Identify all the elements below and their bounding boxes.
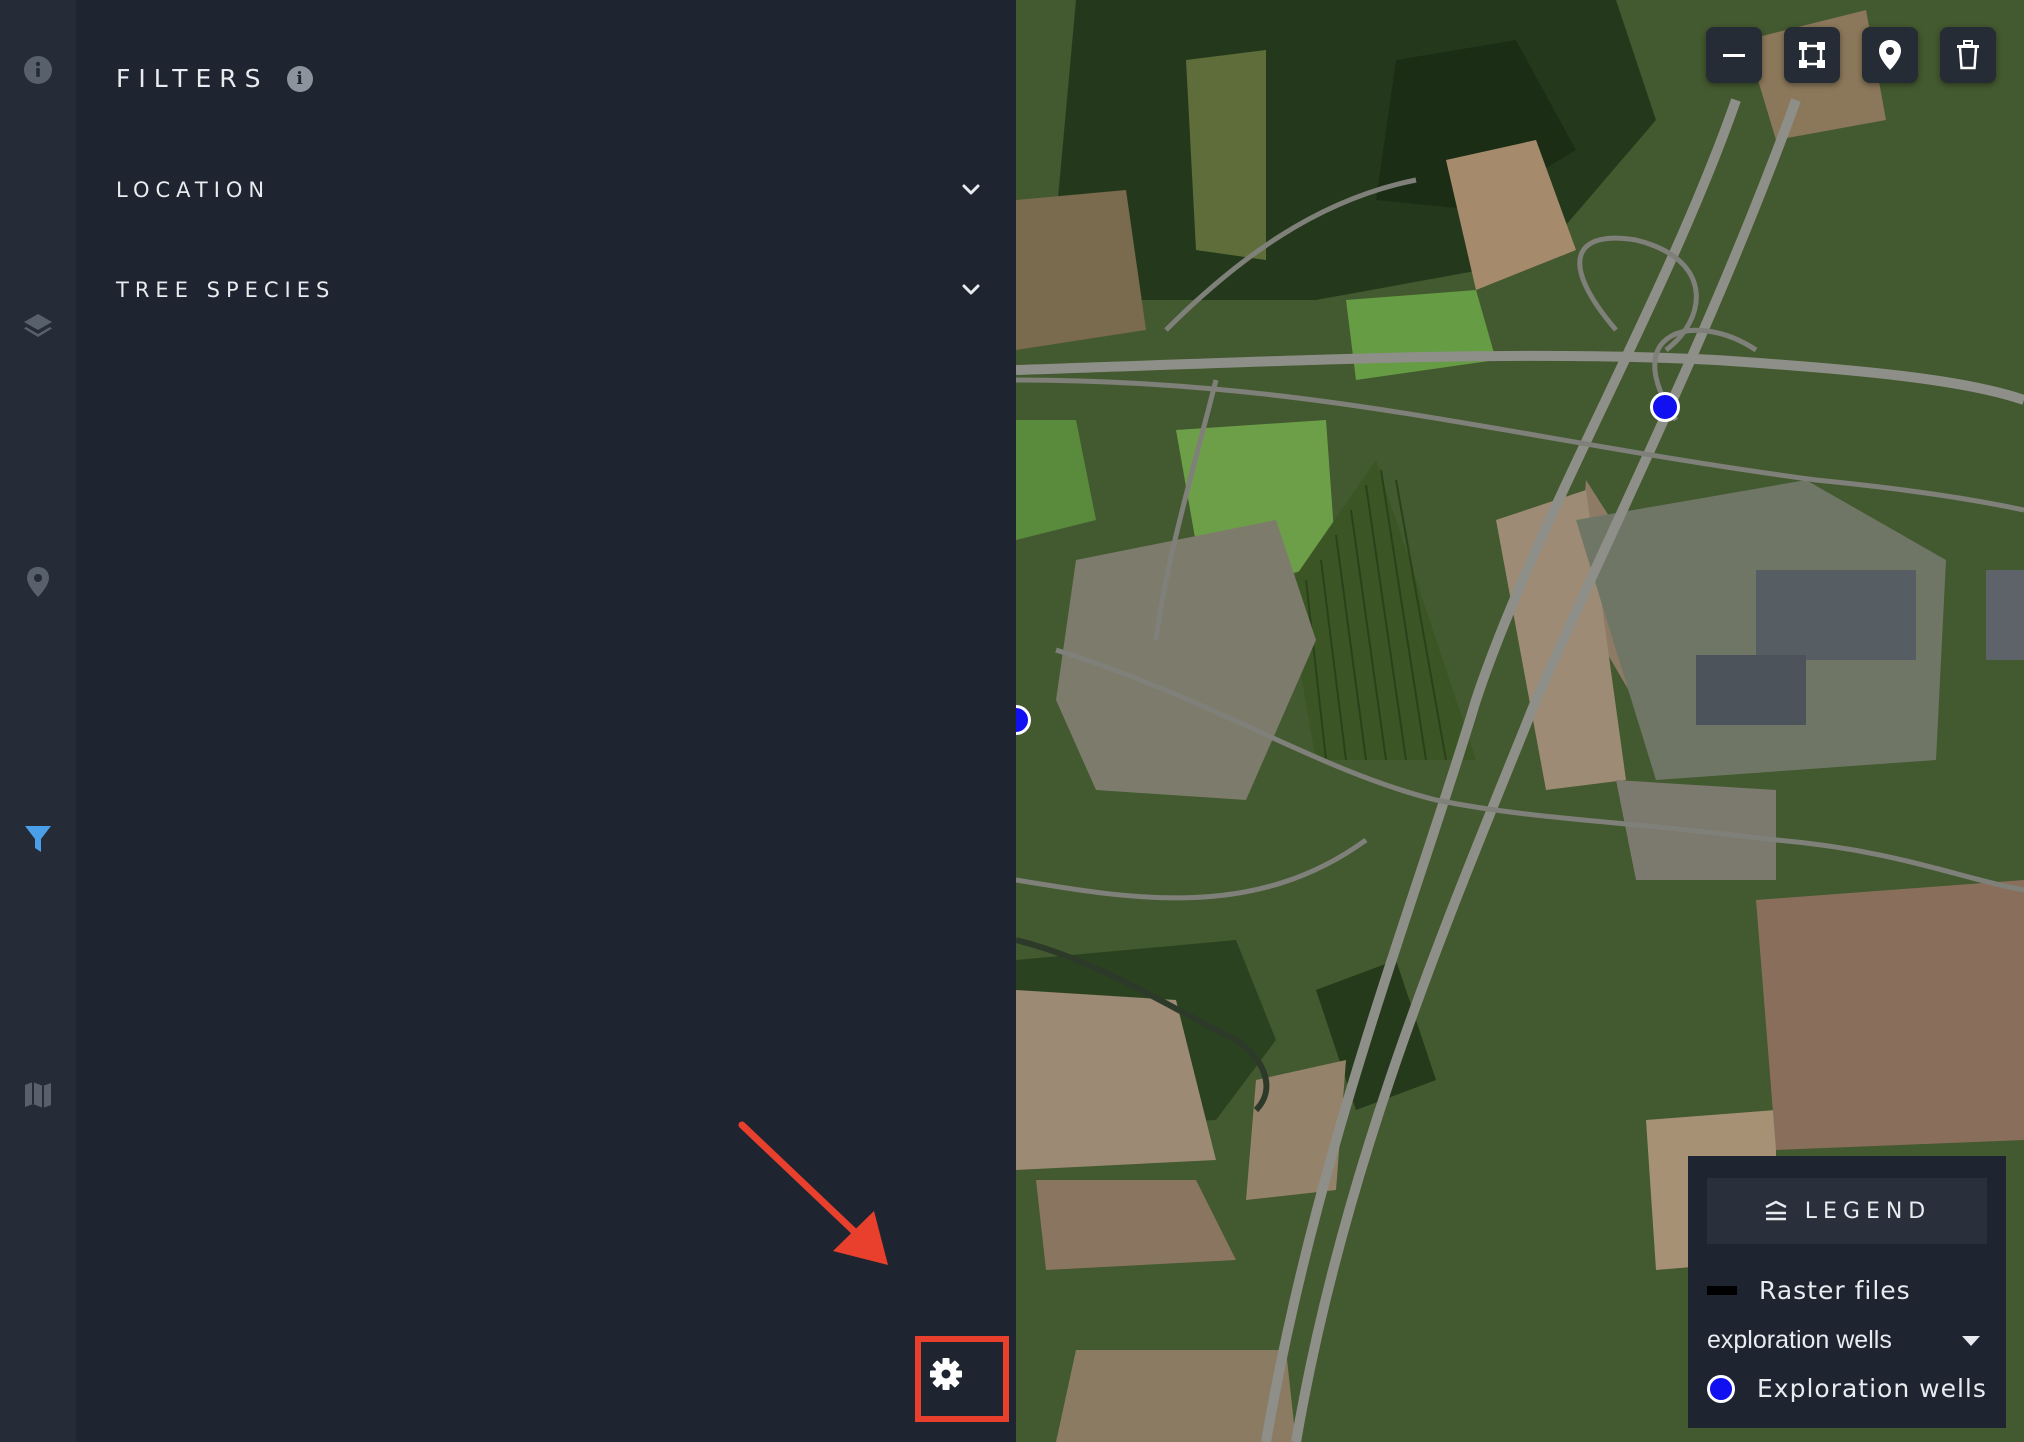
- rail-filter-button[interactable]: [13, 814, 63, 864]
- accordion-tree-species-label: TREE SPECIES: [116, 278, 336, 302]
- accordion-location-label: LOCATION: [116, 178, 271, 202]
- map-icon: [25, 1082, 51, 1108]
- rail-info-button[interactable]: [13, 45, 63, 95]
- rail-location-button[interactable]: [13, 557, 63, 607]
- chevron-down-icon: [958, 277, 984, 303]
- title-info-icon[interactable]: i: [286, 65, 313, 92]
- trash-button[interactable]: [1940, 27, 1996, 83]
- legend-item-raster: Raster files: [1707, 1276, 1911, 1305]
- rail-map-button[interactable]: [13, 1070, 63, 1120]
- sidebar-rail: [0, 0, 76, 1442]
- legend-wells-label: Exploration wells: [1757, 1374, 1987, 1403]
- minus-icon: [1723, 54, 1745, 57]
- minus-button[interactable]: [1706, 27, 1762, 83]
- polygon-select-icon: [1799, 42, 1825, 68]
- legend-panel: LEGEND Raster files exploration wells Ex…: [1688, 1156, 2006, 1428]
- gear-icon: [930, 1358, 962, 1390]
- chevron-down-icon: [958, 177, 984, 203]
- settings-button[interactable]: [916, 1344, 976, 1404]
- marker-button[interactable]: [1862, 27, 1918, 83]
- wells-swatch: [1707, 1374, 1735, 1403]
- polygon-select-button[interactable]: [1784, 27, 1840, 83]
- app-root: FILTERS i LOCATION TREE SPECIES LEGEND R…: [0, 0, 2024, 1442]
- map-toolbar: [1706, 27, 1996, 83]
- accordion-tree-species[interactable]: TREE SPECIES: [116, 265, 984, 315]
- legend-select-value: exploration wells: [1707, 1326, 1892, 1354]
- trash-icon: [1957, 40, 1979, 70]
- legend-item-wells: Exploration wells: [1707, 1374, 1987, 1403]
- info-icon: [24, 56, 52, 84]
- raster-swatch: [1707, 1286, 1737, 1295]
- layers-icon: [24, 314, 52, 337]
- location-pin-icon: [27, 567, 49, 597]
- legend-icon: [1765, 1200, 1787, 1221]
- filters-panel: FILTERS i LOCATION TREE SPECIES: [76, 0, 1016, 1442]
- accordion-location[interactable]: LOCATION: [116, 165, 984, 215]
- legend-title: LEGEND: [1804, 1198, 1932, 1224]
- panel-header: FILTERS i: [116, 64, 313, 93]
- legend-raster-label: Raster files: [1759, 1276, 1911, 1305]
- marker-icon: [1879, 40, 1901, 70]
- page-title: FILTERS: [116, 64, 269, 93]
- filter-icon: [25, 826, 51, 852]
- rail-layers-button[interactable]: [13, 301, 63, 351]
- caret-down-icon: [1962, 1335, 1980, 1346]
- legend-layer-select[interactable]: exploration wells: [1707, 1326, 1981, 1355]
- exploration-well-marker[interactable]: [1650, 392, 1680, 422]
- legend-toggle-button[interactable]: LEGEND: [1707, 1178, 1987, 1244]
